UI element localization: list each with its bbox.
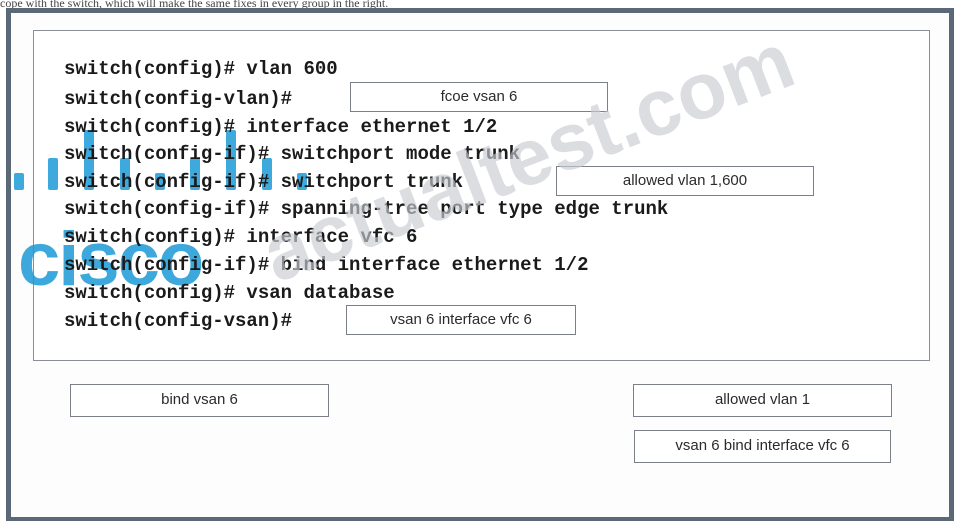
choice-allowed-vlan-1[interactable]: allowed vlan 1 — [633, 384, 892, 417]
choice-vsan-6-bind-interface[interactable]: vsan 6 bind interface vfc 6 — [634, 430, 891, 463]
code-line-4: switch(config-if)# switchport mode trunk — [64, 143, 521, 165]
answer-slot-trunk[interactable]: allowed vlan 1,600 — [556, 166, 814, 196]
header-fragment-text: cope with the switch, which will make th… — [0, 0, 389, 8]
code-line-2: switch(config-vlan)# — [64, 88, 293, 110]
code-line-10: switch(config-vsan)# — [64, 310, 293, 332]
code-line-6: switch(config-if)# spanning-tree port ty… — [64, 198, 669, 220]
answer-slot-vlan[interactable]: fcoe vsan 6 — [350, 82, 608, 112]
code-line-3: switch(config)# interface ethernet 1/2 — [64, 116, 498, 138]
code-line-5: switch(config-if)# switchport trunk — [64, 171, 464, 193]
code-line-9: switch(config)# vsan database — [64, 282, 395, 304]
choice-bind-vsan-6[interactable]: bind vsan 6 — [70, 384, 329, 417]
code-line-1: switch(config)# vlan 600 — [64, 58, 338, 80]
answer-slot-vsan[interactable]: vsan 6 interface vfc 6 — [346, 305, 576, 335]
code-line-7: switch(config)# interface vfc 6 — [64, 226, 418, 248]
code-line-8: switch(config-if)# bind interface ethern… — [64, 254, 589, 276]
